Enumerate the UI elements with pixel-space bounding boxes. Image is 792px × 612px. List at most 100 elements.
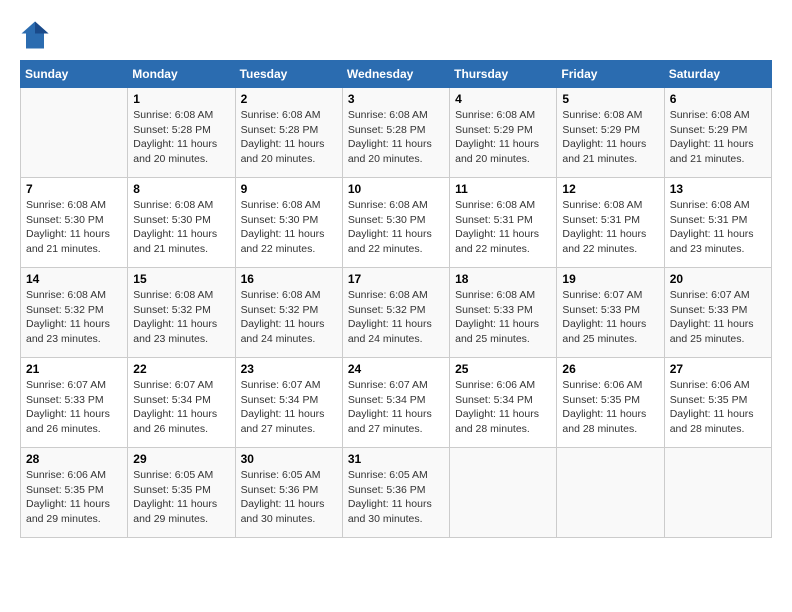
day-number: 31	[348, 452, 444, 466]
calendar-cell: 19 Sunrise: 6:07 AM Sunset: 5:33 PM Dayli…	[557, 268, 664, 358]
calendar-cell	[557, 448, 664, 538]
day-info: Sunrise: 6:08 AM Sunset: 5:29 PM Dayligh…	[562, 108, 658, 167]
day-number: 3	[348, 92, 444, 106]
day-number: 27	[670, 362, 766, 376]
day-number: 7	[26, 182, 122, 196]
calendar-cell: 20 Sunrise: 6:07 AM Sunset: 5:33 PM Dayli…	[664, 268, 771, 358]
calendar-header-row: SundayMondayTuesdayWednesdayThursdayFrid…	[21, 61, 772, 88]
day-number: 10	[348, 182, 444, 196]
calendar-cell: 17 Sunrise: 6:08 AM Sunset: 5:32 PM Dayli…	[342, 268, 449, 358]
day-number: 4	[455, 92, 551, 106]
calendar-cell: 21 Sunrise: 6:07 AM Sunset: 5:33 PM Dayli…	[21, 358, 128, 448]
day-info: Sunrise: 6:07 AM Sunset: 5:33 PM Dayligh…	[26, 378, 122, 437]
calendar-cell: 8 Sunrise: 6:08 AM Sunset: 5:30 PM Daylig…	[128, 178, 235, 268]
calendar-cell: 25 Sunrise: 6:06 AM Sunset: 5:34 PM Dayli…	[450, 358, 557, 448]
day-number: 2	[241, 92, 337, 106]
day-info: Sunrise: 6:08 AM Sunset: 5:32 PM Dayligh…	[26, 288, 122, 347]
day-info: Sunrise: 6:06 AM Sunset: 5:35 PM Dayligh…	[670, 378, 766, 437]
day-number: 9	[241, 182, 337, 196]
logo-icon	[20, 20, 50, 50]
day-number: 17	[348, 272, 444, 286]
day-info: Sunrise: 6:06 AM Sunset: 5:35 PM Dayligh…	[562, 378, 658, 437]
calendar-cell: 5 Sunrise: 6:08 AM Sunset: 5:29 PM Daylig…	[557, 88, 664, 178]
day-number: 23	[241, 362, 337, 376]
day-info: Sunrise: 6:08 AM Sunset: 5:31 PM Dayligh…	[562, 198, 658, 257]
calendar-cell: 7 Sunrise: 6:08 AM Sunset: 5:30 PM Daylig…	[21, 178, 128, 268]
day-info: Sunrise: 6:08 AM Sunset: 5:29 PM Dayligh…	[670, 108, 766, 167]
day-number: 16	[241, 272, 337, 286]
day-number: 11	[455, 182, 551, 196]
calendar-cell: 28 Sunrise: 6:06 AM Sunset: 5:35 PM Dayli…	[21, 448, 128, 538]
day-number: 26	[562, 362, 658, 376]
day-info: Sunrise: 6:08 AM Sunset: 5:32 PM Dayligh…	[348, 288, 444, 347]
calendar-cell: 24 Sunrise: 6:07 AM Sunset: 5:34 PM Dayli…	[342, 358, 449, 448]
calendar-cell: 4 Sunrise: 6:08 AM Sunset: 5:29 PM Daylig…	[450, 88, 557, 178]
day-number: 22	[133, 362, 229, 376]
column-header-tuesday: Tuesday	[235, 61, 342, 88]
day-info: Sunrise: 6:08 AM Sunset: 5:33 PM Dayligh…	[455, 288, 551, 347]
calendar-cell: 22 Sunrise: 6:07 AM Sunset: 5:34 PM Dayli…	[128, 358, 235, 448]
calendar-cell	[21, 88, 128, 178]
calendar-cell: 26 Sunrise: 6:06 AM Sunset: 5:35 PM Dayli…	[557, 358, 664, 448]
calendar-cell: 2 Sunrise: 6:08 AM Sunset: 5:28 PM Daylig…	[235, 88, 342, 178]
day-info: Sunrise: 6:05 AM Sunset: 5:36 PM Dayligh…	[241, 468, 337, 527]
day-number: 5	[562, 92, 658, 106]
day-info: Sunrise: 6:08 AM Sunset: 5:28 PM Dayligh…	[348, 108, 444, 167]
day-number: 25	[455, 362, 551, 376]
day-info: Sunrise: 6:06 AM Sunset: 5:34 PM Dayligh…	[455, 378, 551, 437]
day-number: 8	[133, 182, 229, 196]
day-info: Sunrise: 6:07 AM Sunset: 5:34 PM Dayligh…	[133, 378, 229, 437]
calendar-cell	[450, 448, 557, 538]
calendar-cell: 27 Sunrise: 6:06 AM Sunset: 5:35 PM Dayli…	[664, 358, 771, 448]
column-header-monday: Monday	[128, 61, 235, 88]
calendar-cell: 9Sunrise: 6:08 AM Sunset: 5:30 PM Daylig…	[235, 178, 342, 268]
calendar-cell: 3 Sunrise: 6:08 AM Sunset: 5:28 PM Daylig…	[342, 88, 449, 178]
day-number: 19	[562, 272, 658, 286]
day-info: Sunrise: 6:08 AM Sunset: 5:29 PM Dayligh…	[455, 108, 551, 167]
day-number: 18	[455, 272, 551, 286]
calendar-cell: 11Sunrise: 6:08 AM Sunset: 5:31 PM Dayli…	[450, 178, 557, 268]
calendar-week-4: 21 Sunrise: 6:07 AM Sunset: 5:33 PM Dayli…	[21, 358, 772, 448]
column-header-saturday: Saturday	[664, 61, 771, 88]
calendar-week-5: 28 Sunrise: 6:06 AM Sunset: 5:35 PM Dayli…	[21, 448, 772, 538]
day-info: Sunrise: 6:07 AM Sunset: 5:33 PM Dayligh…	[670, 288, 766, 347]
column-header-wednesday: Wednesday	[342, 61, 449, 88]
day-number: 24	[348, 362, 444, 376]
page-header	[20, 20, 772, 50]
calendar-week-1: 1Sunrise: 6:08 AM Sunset: 5:28 PM Daylig…	[21, 88, 772, 178]
day-info: Sunrise: 6:07 AM Sunset: 5:34 PM Dayligh…	[348, 378, 444, 437]
day-number: 30	[241, 452, 337, 466]
calendar-cell: 13 Sunrise: 6:08 AM Sunset: 5:31 PM Dayli…	[664, 178, 771, 268]
calendar-cell: 23Sunrise: 6:07 AM Sunset: 5:34 PM Dayli…	[235, 358, 342, 448]
calendar-cell: 15Sunrise: 6:08 AM Sunset: 5:32 PM Dayli…	[128, 268, 235, 358]
calendar-cell: 18 Sunrise: 6:08 AM Sunset: 5:33 PM Dayli…	[450, 268, 557, 358]
column-header-sunday: Sunday	[21, 61, 128, 88]
day-info: Sunrise: 6:08 AM Sunset: 5:28 PM Dayligh…	[241, 108, 337, 167]
day-info: Sunrise: 6:07 AM Sunset: 5:33 PM Dayligh…	[562, 288, 658, 347]
calendar-week-3: 14 Sunrise: 6:08 AM Sunset: 5:32 PM Dayli…	[21, 268, 772, 358]
day-info: Sunrise: 6:08 AM Sunset: 5:31 PM Dayligh…	[670, 198, 766, 257]
day-info: Sunrise: 6:05 AM Sunset: 5:35 PM Dayligh…	[133, 468, 229, 527]
day-info: Sunrise: 6:08 AM Sunset: 5:30 PM Dayligh…	[26, 198, 122, 257]
day-info: Sunrise: 6:08 AM Sunset: 5:28 PM Dayligh…	[133, 108, 229, 167]
day-info: Sunrise: 6:05 AM Sunset: 5:36 PM Dayligh…	[348, 468, 444, 527]
calendar-cell: 10Sunrise: 6:08 AM Sunset: 5:30 PM Dayli…	[342, 178, 449, 268]
day-number: 14	[26, 272, 122, 286]
day-number: 21	[26, 362, 122, 376]
calendar-cell	[664, 448, 771, 538]
day-number: 29	[133, 452, 229, 466]
calendar-cell: 14 Sunrise: 6:08 AM Sunset: 5:32 PM Dayli…	[21, 268, 128, 358]
column-header-thursday: Thursday	[450, 61, 557, 88]
day-info: Sunrise: 6:08 AM Sunset: 5:32 PM Dayligh…	[133, 288, 229, 347]
calendar-cell: 29 Sunrise: 6:05 AM Sunset: 5:35 PM Dayli…	[128, 448, 235, 538]
calendar-week-2: 7 Sunrise: 6:08 AM Sunset: 5:30 PM Daylig…	[21, 178, 772, 268]
calendar-cell: 6Sunrise: 6:08 AM Sunset: 5:29 PM Daylig…	[664, 88, 771, 178]
day-number: 28	[26, 452, 122, 466]
day-number: 13	[670, 182, 766, 196]
day-info: Sunrise: 6:06 AM Sunset: 5:35 PM Dayligh…	[26, 468, 122, 527]
day-number: 20	[670, 272, 766, 286]
logo	[20, 20, 54, 50]
day-info: Sunrise: 6:08 AM Sunset: 5:30 PM Dayligh…	[133, 198, 229, 257]
calendar-cell: 30 Sunrise: 6:05 AM Sunset: 5:36 PM Dayli…	[235, 448, 342, 538]
calendar-cell: 12Sunrise: 6:08 AM Sunset: 5:31 PM Dayli…	[557, 178, 664, 268]
